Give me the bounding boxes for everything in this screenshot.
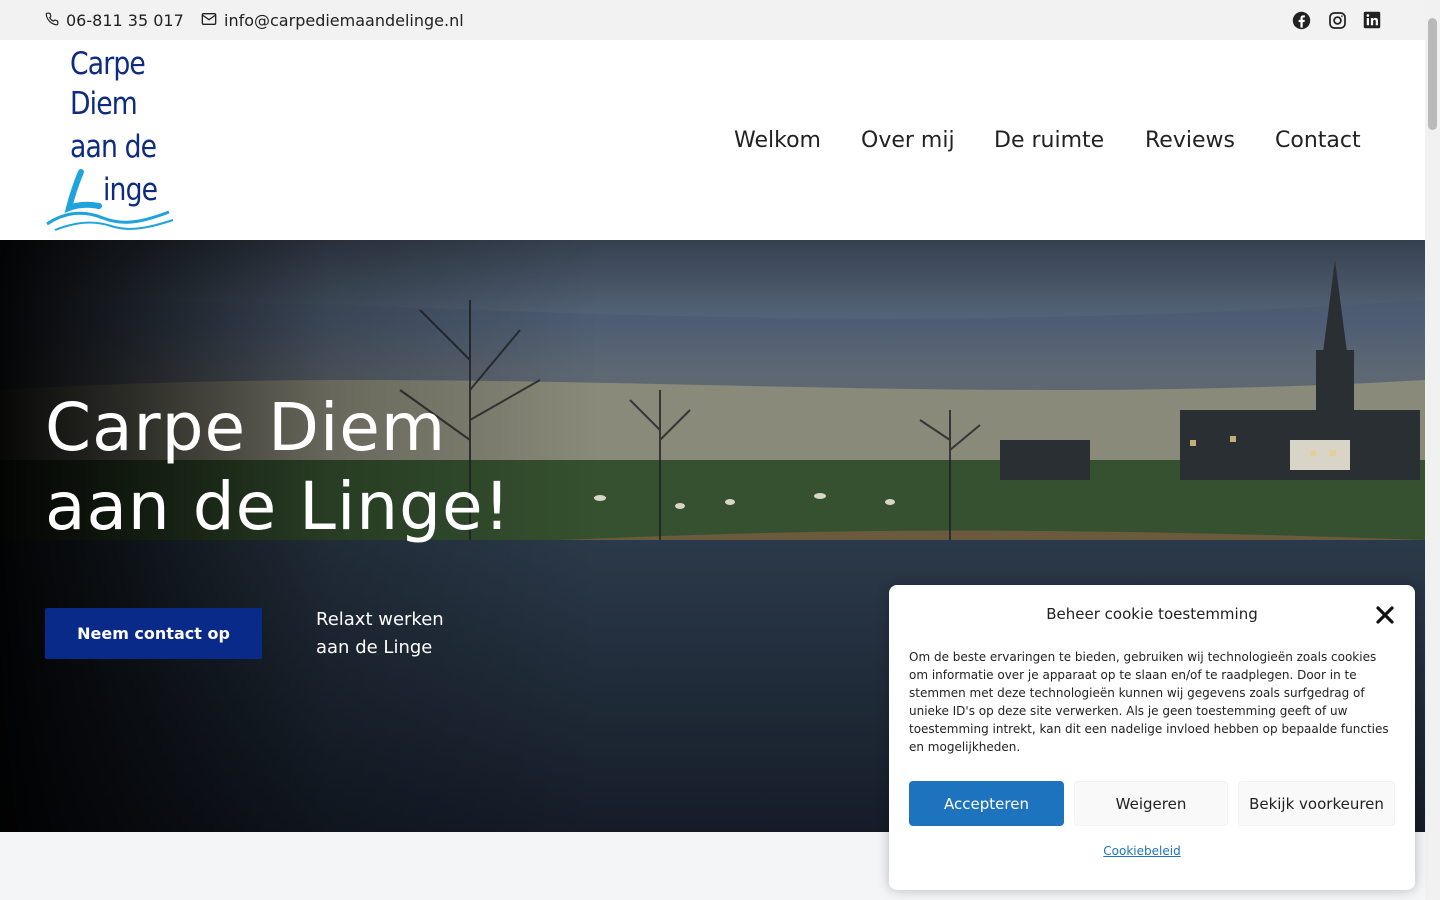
hero-title-line2: aan de Linge! — [45, 468, 512, 545]
mail-icon — [201, 11, 224, 30]
page-scrollbar[interactable] — [1425, 0, 1440, 900]
hero-tagline: Relaxt werken aan de Linge — [316, 606, 444, 662]
logo-line-inge: inge — [103, 172, 158, 208]
top-bar: 06-811 35 017 info@carpediemaandelinge.n… — [0, 0, 1425, 40]
cookie-policy-link[interactable]: Cookiebeleid — [889, 844, 1395, 858]
hero-title: Carpe Diem aan de Linge! — [45, 388, 511, 546]
hero-tagline-line2: aan de Linge — [316, 637, 433, 658]
site-header: Carpe Diem aan de inge Welkom Over mij D… — [0, 40, 1425, 240]
logo-line-diem: Diem — [70, 86, 138, 122]
accept-cookies-button[interactable]: Accepteren — [909, 781, 1064, 826]
email-address: info@carpediemaandelinge.nl — [224, 10, 464, 30]
site-logo[interactable]: Carpe Diem aan de inge — [45, 46, 185, 236]
nav-over-mij[interactable]: Over mij — [861, 128, 955, 153]
email-link[interactable]: info@carpediemaandelinge.nl — [201, 0, 464, 40]
scrollbar-thumb[interactable] — [1428, 18, 1437, 130]
nav-reviews[interactable]: Reviews — [1145, 128, 1235, 153]
hero-title-line1: Carpe Diem — [45, 389, 447, 466]
logo-line-aan-de: aan de — [70, 129, 157, 165]
nav-contact[interactable]: Contact — [1275, 128, 1361, 153]
phone-link[interactable]: 06-811 35 017 — [45, 0, 184, 40]
nav-welkom[interactable]: Welkom — [734, 128, 821, 153]
cookie-consent-dialog: Beheer cookie toestemming Om de beste er… — [889, 585, 1415, 890]
instagram-icon[interactable] — [1326, 9, 1348, 31]
phone-number: 06-811 35 017 — [66, 10, 184, 30]
contact-cta-button[interactable]: Neem contact op — [45, 608, 262, 659]
hero-tagline-line1: Relaxt werken — [316, 609, 444, 630]
phone-icon — [45, 11, 66, 30]
close-icon[interactable] — [1373, 603, 1397, 627]
view-preferences-button[interactable]: Bekijk voorkeuren — [1238, 781, 1395, 826]
logo-line-carpe: Carpe — [70, 46, 146, 82]
facebook-icon[interactable] — [1290, 9, 1312, 31]
deny-cookies-button[interactable]: Weigeren — [1074, 781, 1228, 826]
cookie-dialog-title: Beheer cookie toestemming — [1046, 605, 1258, 623]
linkedin-icon[interactable] — [1361, 9, 1383, 31]
nav-de-ruimte[interactable]: De ruimte — [994, 128, 1104, 153]
cookie-dialog-text: Om de beste ervaringen te bieden, gebrui… — [909, 650, 1389, 754]
